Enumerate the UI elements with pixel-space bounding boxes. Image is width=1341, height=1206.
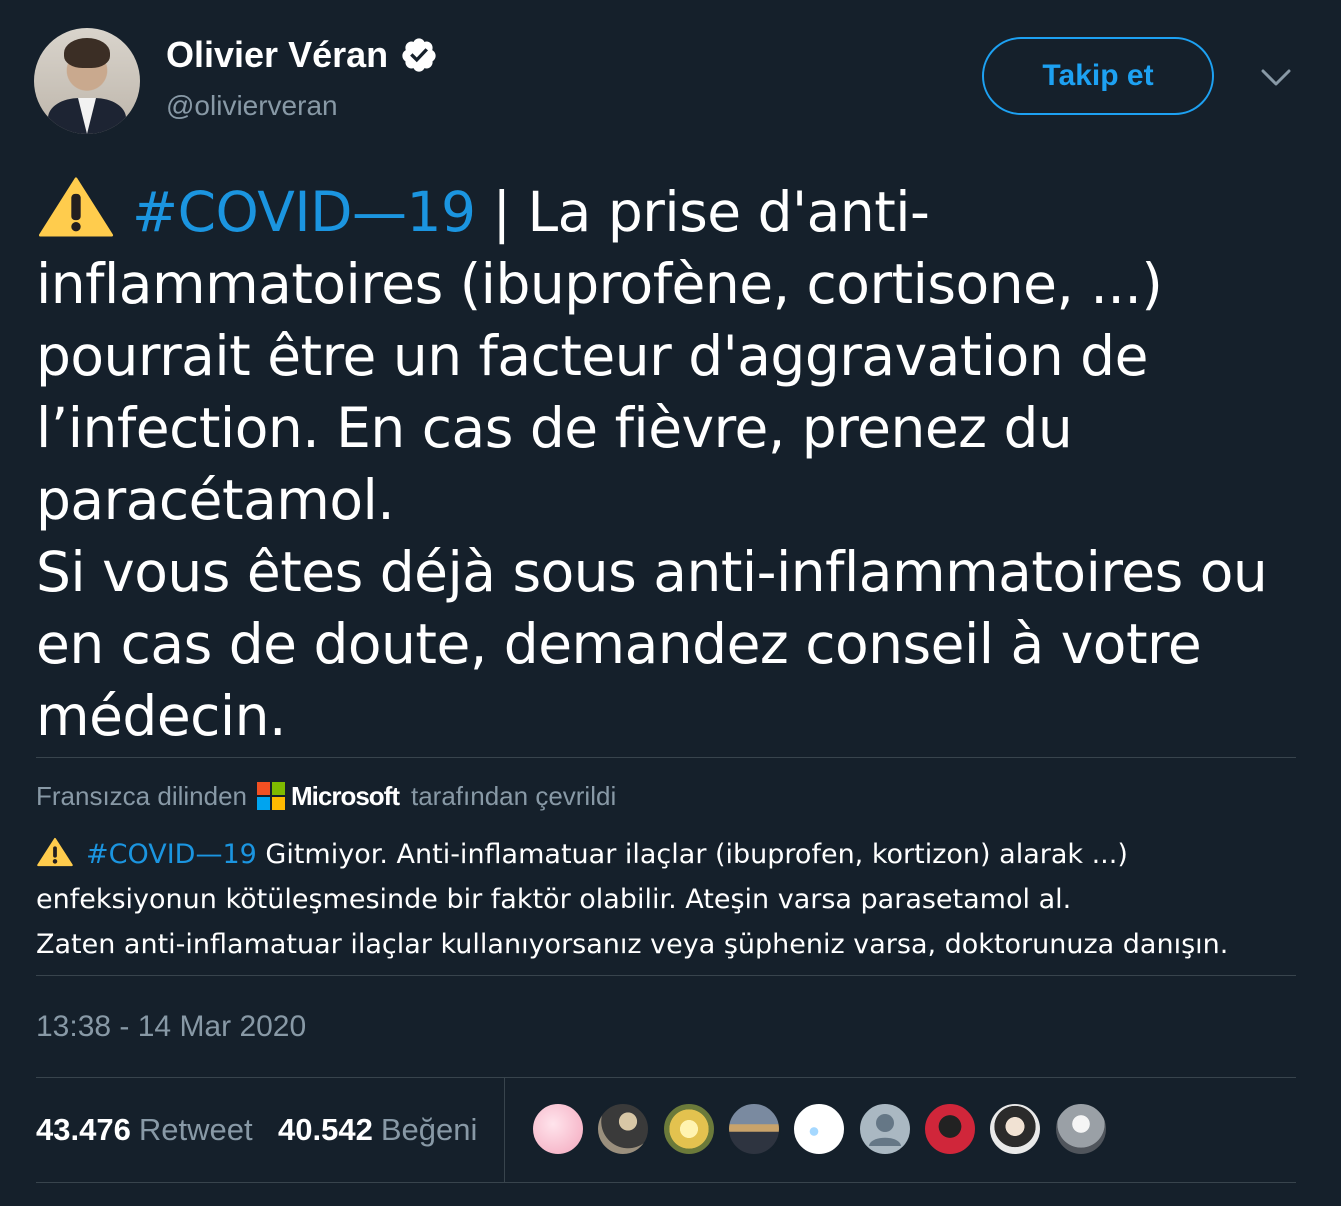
tweet-line-7: en cas de doute, demandez conseil à votr… (36, 612, 1202, 676)
tweet-line-5: paracétamol. (36, 468, 395, 532)
stats-separator (504, 1078, 505, 1182)
translation-line-3: Zaten anti-inflamatuar ilaçlar kullanıyo… (36, 929, 1229, 960)
translation-attribution: Fransızca dilinden Microsoft tarafından … (36, 778, 616, 814)
translation-prefix: Fransızca dilinden (36, 780, 247, 811)
tweet-line-8: médecin. (36, 684, 287, 748)
divider (36, 975, 1296, 976)
author-display-name[interactable]: Olivier Véran (166, 34, 388, 76)
warning-icon (37, 837, 73, 867)
author-handle[interactable]: @olivierveran (166, 90, 338, 122)
hashtag-link[interactable]: #COVID—19 (132, 180, 476, 244)
tweet-text: #COVID—19 | La prise d'anti- inflammatoi… (36, 176, 1296, 752)
like-stat[interactable]: 40.542 Beğeni (278, 1112, 477, 1148)
verified-badge-icon (402, 38, 436, 72)
follow-button[interactable]: Takip et (982, 37, 1214, 115)
retweet-stat[interactable]: 43.476 Retweet (36, 1112, 253, 1148)
retweet-count: 43.476 (36, 1112, 131, 1147)
tweet-timestamp[interactable]: 13:38 - 14 Mar 2020 (36, 1010, 306, 1044)
default-avatar-icon[interactable] (858, 1102, 912, 1156)
liker-avatar[interactable] (988, 1102, 1042, 1156)
translation-hashtag-link[interactable]: #COVID—19 (86, 839, 257, 870)
tweet-line-2: inflammatoires (ibuprofène, cortisone, .… (36, 252, 1163, 316)
tweet-text-segment: | La prise d'anti- (475, 180, 930, 244)
liker-avatar[interactable] (792, 1102, 846, 1156)
author-name-row[interactable]: Olivier Véran (166, 34, 438, 76)
liker-avatar[interactable] (1054, 1102, 1108, 1156)
tweet-line-6: Si vous êtes déjà sous anti-inflammatoir… (36, 540, 1268, 604)
translation-suffix: tarafından çevrildi (411, 780, 617, 811)
translated-text: #COVID—19 Gitmiyor. Anti-inflamatuar ila… (36, 832, 1296, 967)
tweet-line-3: pourrait être un facteur d'aggravation d… (36, 324, 1148, 388)
tweet-line-1: #COVID—19 | La prise d'anti- (36, 176, 1296, 248)
liker-avatar[interactable] (596, 1102, 650, 1156)
chevron-down-icon[interactable] (1260, 68, 1292, 88)
translation-provider[interactable]: Microsoft (291, 781, 400, 812)
like-count: 40.542 (278, 1112, 373, 1147)
tweet-line-4: l’infection. En cas de fièvre, prenez du (36, 396, 1073, 460)
translation-line-2: enfeksiyonun kötüleşmesinde bir faktör o… (36, 884, 1072, 915)
translation-line-1: #COVID—19 Gitmiyor. Anti-inflamatuar ila… (36, 832, 1296, 877)
like-label: Beğeni (380, 1112, 478, 1147)
tweet-header: Olivier Véran @olivierveran Takip et (34, 28, 1306, 136)
liker-avatar[interactable] (531, 1102, 585, 1156)
retweet-label: Retweet (138, 1112, 253, 1147)
divider (36, 1182, 1296, 1183)
divider (36, 757, 1296, 758)
engagement-stats: 43.476 Retweet 40.542 Beğeni (36, 1078, 1296, 1182)
liker-avatar[interactable] (923, 1102, 977, 1156)
warning-icon (38, 177, 114, 237)
microsoft-logo-icon (257, 782, 285, 810)
liker-avatar[interactable] (662, 1102, 716, 1156)
translation-text-segment: Gitmiyor. Anti-inflamatuar ilaçlar (ibup… (256, 839, 1128, 870)
liker-avatar[interactable] (727, 1102, 781, 1156)
author-avatar[interactable] (34, 28, 140, 134)
